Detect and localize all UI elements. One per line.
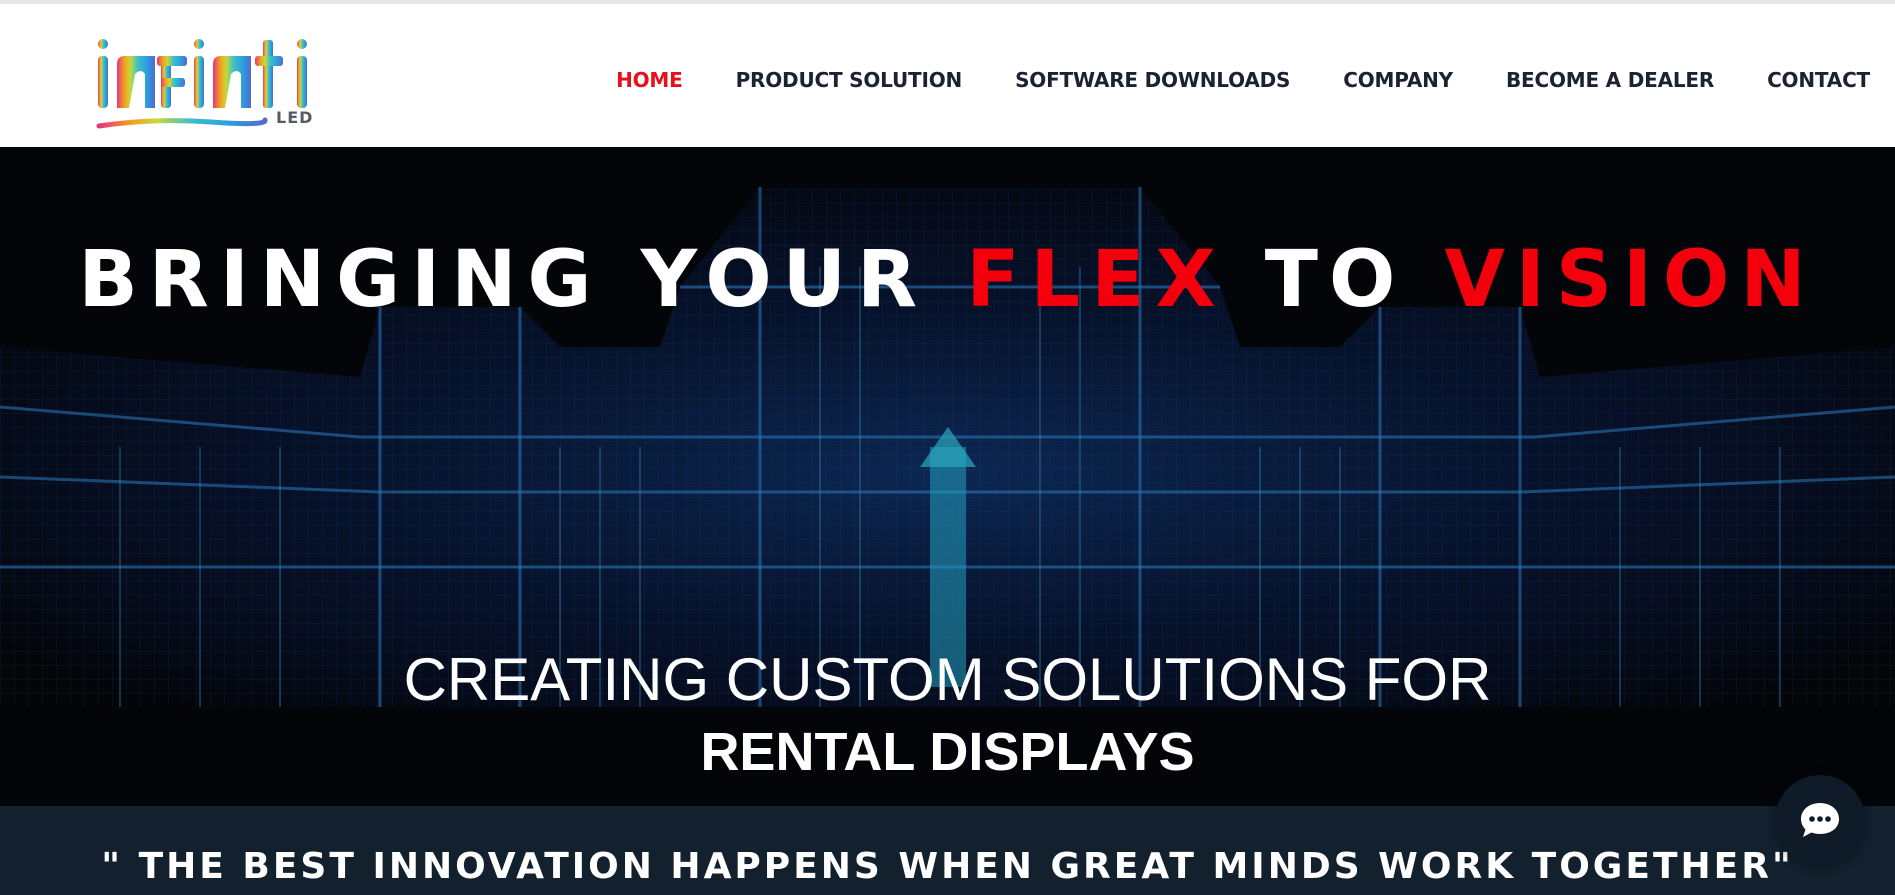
- quote-band: " THE BEST INNOVATION HAPPENS WHEN GREAT…: [0, 806, 1895, 895]
- hero-banner: BRINGING YOUR FLEX TO VISION CREATING CU…: [0, 147, 1895, 806]
- hero-title-flex: FLEX: [966, 235, 1227, 325]
- main-nav: HOME PRODUCT SOLUTION SOFTWARE DOWNLOADS…: [563, 68, 1870, 92]
- hero-subtitle-line1: CREATING CUSTOM SOLUTIONS FOR: [403, 646, 1492, 713]
- hero-title-part3: TO: [1226, 235, 1445, 325]
- chat-bubble-icon: [1801, 803, 1839, 837]
- nav-product-solution[interactable]: PRODUCT SOLUTION: [736, 68, 963, 92]
- nav-home[interactable]: HOME: [616, 68, 683, 92]
- hero-title-vision: VISION: [1444, 235, 1817, 325]
- hero-subtitle-line2: RENTAL DISPLAYS: [700, 722, 1195, 782]
- nav-software-downloads[interactable]: SOFTWARE DOWNLOADS: [1015, 68, 1290, 92]
- quote-text: " THE BEST INNOVATION HAPPENS WHEN GREAT…: [101, 846, 1794, 887]
- nav-company[interactable]: COMPANY: [1343, 68, 1453, 92]
- hero-title-part1: BRINGING YOUR: [78, 235, 967, 325]
- site-header: LED HOME PRODUCT SOLUTION SOFTWARE DOWNL…: [0, 4, 1895, 147]
- logo-led-text: LED: [276, 108, 314, 127]
- nav-contact[interactable]: CONTACT: [1767, 68, 1870, 92]
- nav-become-a-dealer[interactable]: BECOME A DEALER: [1506, 68, 1714, 92]
- hero-headline: BRINGING YOUR FLEX TO VISION: [0, 235, 1895, 325]
- chat-button[interactable]: [1775, 775, 1865, 865]
